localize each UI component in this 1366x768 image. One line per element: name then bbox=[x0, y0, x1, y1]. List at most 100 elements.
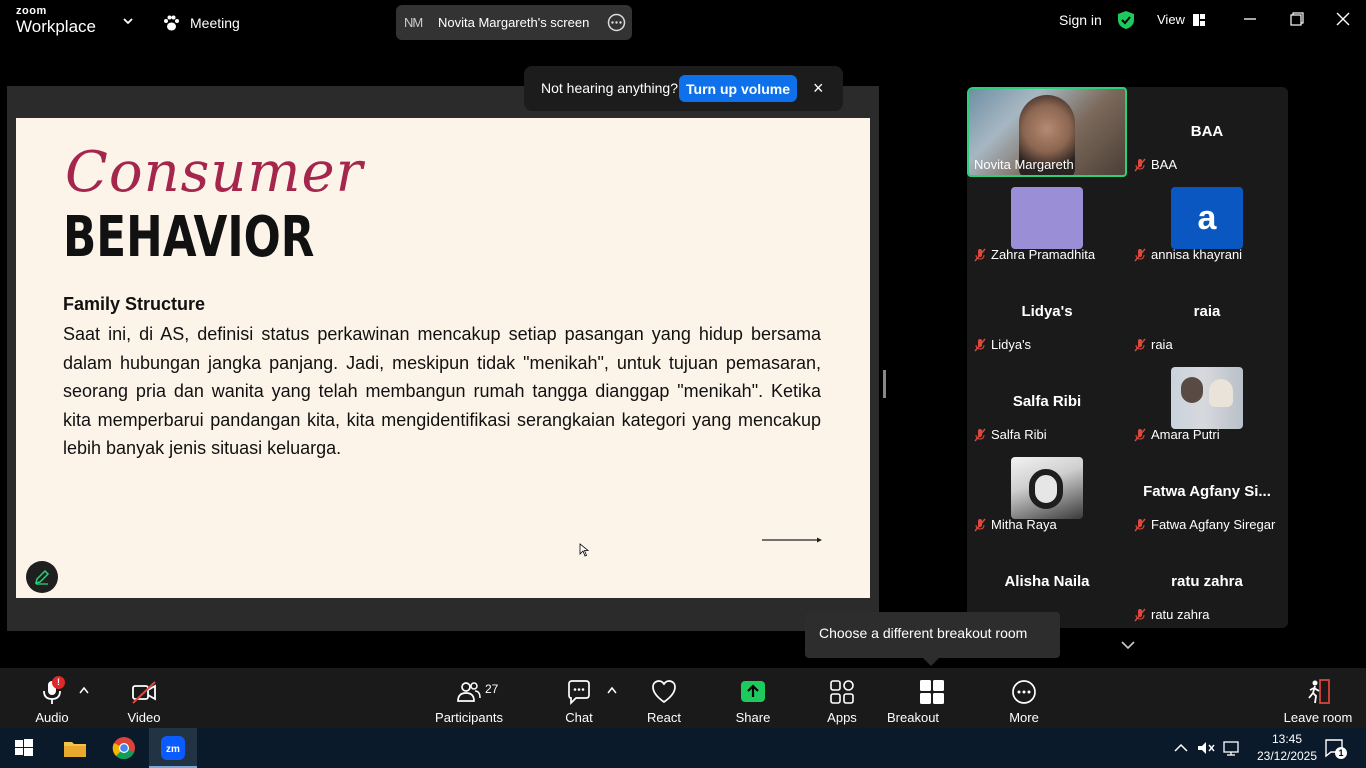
participant-name: annisa khayrani bbox=[1133, 247, 1242, 262]
zoom-window: zoom Workplace Meeting NM Novita Margare… bbox=[0, 0, 1366, 768]
chevron-down-icon[interactable] bbox=[1120, 638, 1136, 652]
speaker-muted-icon[interactable] bbox=[1196, 738, 1216, 758]
participant-name: Mitha Raya bbox=[973, 517, 1057, 532]
mic-muted-icon bbox=[974, 428, 986, 441]
mic-muted-icon bbox=[1134, 428, 1146, 441]
participant-name: Amara Putri bbox=[1133, 427, 1220, 442]
audio-warning-badge: ! bbox=[52, 676, 65, 689]
participant-gallery: Novita Margareth BAA BAA Zahra Pramadhit… bbox=[967, 87, 1288, 628]
mic-muted-icon bbox=[974, 248, 986, 261]
more-options-icon[interactable] bbox=[607, 13, 626, 32]
participant-name: Zahra Pramadhita bbox=[973, 247, 1095, 262]
share-button[interactable]: Share bbox=[708, 678, 798, 725]
participant-display-name: Fatwa Agfany Si... bbox=[1143, 483, 1271, 500]
participants-count: 27 bbox=[485, 682, 499, 696]
mic-muted-icon bbox=[974, 518, 986, 531]
participant-name: Salfa Ribi bbox=[973, 427, 1047, 442]
apps-button[interactable]: Apps bbox=[797, 678, 887, 725]
annotate-button[interactable] bbox=[26, 561, 58, 593]
notification-center[interactable]: 1 bbox=[1324, 737, 1347, 759]
close-icon[interactable] bbox=[1334, 10, 1352, 28]
mouse-cursor-icon bbox=[579, 543, 589, 557]
more-label: More bbox=[1009, 710, 1039, 725]
view-label: View bbox=[1157, 12, 1185, 27]
grid-view-icon bbox=[1192, 13, 1205, 26]
share-label: Share bbox=[735, 710, 771, 725]
caret-up-icon[interactable] bbox=[79, 686, 89, 694]
screen-share-pill[interactable]: NM Novita Margareth's screen bbox=[396, 5, 632, 40]
notification-count: 1 bbox=[1335, 747, 1347, 759]
slide-heading: Family Structure bbox=[63, 294, 206, 314]
participant-avatar bbox=[1011, 187, 1083, 249]
slide-script-title: Consumer bbox=[65, 140, 364, 205]
participant-tile[interactable]: Zahra Pramadhita bbox=[967, 177, 1127, 267]
participant-tile[interactable]: Fatwa Agfany Si... Fatwa Agfany Siregar bbox=[1127, 447, 1287, 537]
windows-start-icon[interactable] bbox=[10, 734, 38, 762]
presentation-slide: Consumer BEHAVIOR Family Structure Saat … bbox=[16, 118, 870, 598]
participant-tile[interactable]: Lidya's Lidya's bbox=[967, 267, 1127, 357]
zoom-app-icon[interactable]: zm bbox=[159, 734, 187, 762]
clock-time: 13:45 bbox=[1271, 732, 1303, 746]
participant-display-name: Lidya's bbox=[1021, 303, 1073, 320]
participant-name: ratu zahra bbox=[1133, 607, 1210, 622]
video-button[interactable]: Video bbox=[99, 678, 189, 725]
more-button[interactable]: More bbox=[979, 678, 1069, 725]
mic-muted-icon bbox=[1134, 248, 1146, 261]
network-icon[interactable] bbox=[1221, 738, 1241, 758]
participant-name: Fatwa Agfany Siregar bbox=[1133, 517, 1275, 532]
participant-name: BAA bbox=[1133, 157, 1177, 172]
participant-tile[interactable]: ratu zahra ratu zahra bbox=[1127, 537, 1287, 627]
photo-person bbox=[1029, 469, 1063, 509]
breakout-tooltip: Choose a different breakout room bbox=[805, 612, 1060, 658]
chrome-icon[interactable] bbox=[110, 734, 138, 762]
zoom-logo: zoom Workplace bbox=[16, 5, 96, 36]
heart-icon bbox=[652, 680, 676, 704]
chevron-down-icon[interactable] bbox=[121, 14, 135, 28]
chat-label: Chat bbox=[565, 710, 593, 725]
paw-icon bbox=[164, 15, 179, 31]
participant-tile[interactable]: Salfa Ribi Salfa Ribi bbox=[967, 357, 1127, 447]
panel-resize-handle[interactable] bbox=[883, 370, 886, 398]
participant-tile[interactable]: BAA BAA bbox=[1127, 87, 1287, 177]
caret-up-icon[interactable] bbox=[607, 686, 617, 694]
minimize-icon[interactable] bbox=[1241, 10, 1259, 28]
brand-small: zoom bbox=[16, 5, 47, 17]
participant-display-name: ratu zahra bbox=[1171, 573, 1243, 590]
leave-room-button[interactable]: Leave room bbox=[1273, 678, 1363, 725]
windows-taskbar bbox=[0, 728, 1366, 768]
mic-muted-icon bbox=[1134, 608, 1146, 621]
participant-tile[interactable]: a annisa khayrani bbox=[1127, 177, 1287, 267]
turn-up-volume-button[interactable]: Turn up volume bbox=[679, 75, 797, 102]
breakout-rooms-icon bbox=[920, 680, 944, 704]
mic-muted-icon bbox=[1134, 158, 1146, 171]
participants-icon bbox=[457, 682, 481, 702]
apps-icon bbox=[830, 680, 854, 704]
participant-display-name: BAA bbox=[1190, 123, 1224, 140]
sharer-initials: NM bbox=[404, 15, 423, 30]
taskbar-clock[interactable]: 13:45 23/12/2025 bbox=[1250, 731, 1324, 765]
photo-person bbox=[1181, 377, 1203, 403]
mic-muted-icon bbox=[974, 338, 986, 351]
meeting-tab-label: Meeting bbox=[190, 15, 240, 31]
mic-muted-icon bbox=[1134, 518, 1146, 531]
participant-avatar: a bbox=[1171, 187, 1243, 249]
mic-muted-icon bbox=[1134, 338, 1146, 351]
view-button[interactable]: View bbox=[1157, 12, 1205, 27]
participant-display-name: Salfa Ribi bbox=[1012, 393, 1082, 410]
file-explorer-icon[interactable] bbox=[61, 734, 89, 762]
participant-avatar bbox=[1171, 367, 1243, 429]
sign-in-link[interactable]: Sign in bbox=[1059, 12, 1102, 28]
meeting-tab[interactable]: Meeting bbox=[162, 12, 240, 34]
shield-check-icon[interactable] bbox=[1116, 10, 1136, 30]
participant-tile[interactable]: Amara Putri bbox=[1127, 357, 1287, 447]
participant-tile[interactable]: Mitha Raya bbox=[967, 447, 1127, 537]
toast-close-icon[interactable]: × bbox=[813, 79, 824, 97]
toast-message: Not hearing anything? bbox=[541, 80, 678, 96]
maximize-icon[interactable] bbox=[1288, 10, 1306, 28]
react-button[interactable]: React bbox=[619, 678, 709, 725]
caret-up-icon[interactable] bbox=[1171, 738, 1191, 758]
participant-tile[interactable]: Novita Margareth bbox=[967, 87, 1127, 177]
participant-tile[interactable]: raia raia bbox=[1127, 267, 1287, 357]
slide-title: BEHAVIOR bbox=[63, 205, 315, 270]
participants-button[interactable]: Participants bbox=[424, 678, 514, 725]
